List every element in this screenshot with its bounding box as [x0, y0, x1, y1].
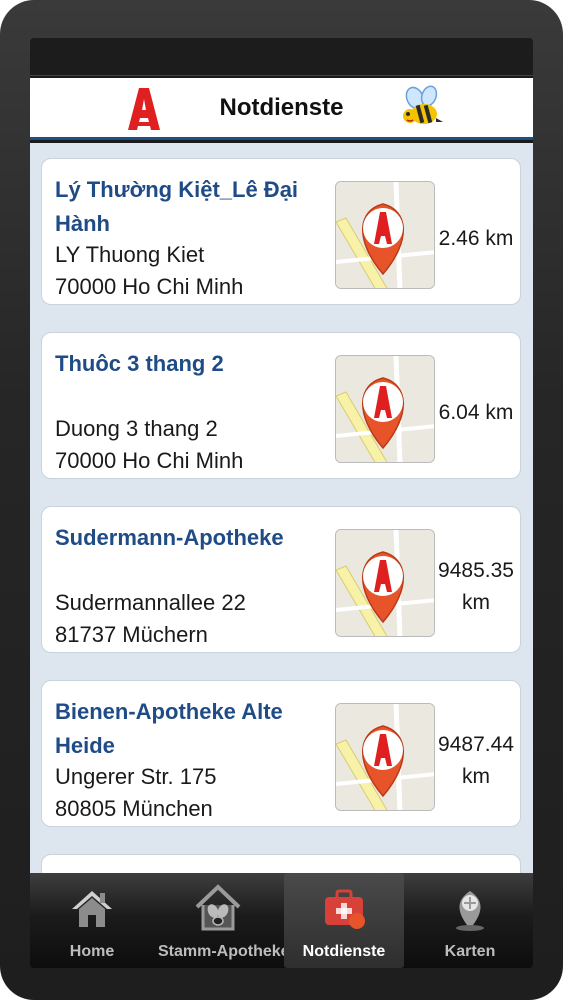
status-bar	[30, 38, 533, 76]
pharmacy-card[interactable]: Bienen-Apotheke Alte Heide Ungerer Str. …	[41, 680, 521, 827]
pharmacy-distance: 2.46 km	[438, 227, 514, 250]
map-thumbnail-button[interactable]	[335, 529, 435, 637]
tab-notdienste[interactable]: Notdienste	[284, 873, 404, 968]
emergency-kit-icon	[325, 889, 365, 929]
tab-stamm-apotheke[interactable]: Stamm-Apotheke	[158, 873, 290, 968]
map-pin-icon	[456, 891, 484, 931]
pharmacy-name: Lý Thường Kiệt_Lê Đại Hành	[55, 177, 299, 236]
tab-label: Stamm-Apotheke	[158, 943, 290, 960]
pharmacy-card[interactable]: Lý Thường Kiệt_Lê Đại Hành LY Thuong Kie…	[41, 158, 521, 305]
tab-karten[interactable]: Karten	[410, 873, 530, 968]
tab-label: Notdienste	[302, 943, 386, 960]
pharmacy-distance-unit: km	[462, 765, 490, 788]
tab-home[interactable]: Home	[32, 873, 152, 968]
pharmacy-house-icon	[195, 884, 241, 931]
pharmacy-street: Sudermannallee 22	[55, 590, 246, 615]
pharmacy-name: Thuôc 3 thang 2	[55, 351, 224, 376]
pharmacy-street: Ungerer Str. 175	[55, 764, 217, 789]
tab-bar: Home Stamm-Apotheke Notdienste Karten	[30, 873, 533, 968]
app-header: Notdienste	[30, 78, 533, 140]
home-icon	[72, 891, 112, 927]
pharmacy-city: 81737 Müchern	[55, 622, 208, 647]
map-thumbnail-button[interactable]	[335, 355, 435, 463]
pharmacy-distance-value: 9487.44	[438, 733, 514, 756]
pharmacy-city: 70000 Ho Chi Minh	[55, 448, 244, 473]
device-frame: Notdienste Lý Thường Kiệt_Lê Đại Hành LY…	[0, 0, 563, 1000]
pharmacy-list[interactable]: Lý Thường Kiệt_Lê Đại Hành LY Thuong Kie…	[30, 143, 533, 873]
pharmacy-city: 80805 München	[55, 796, 213, 821]
pharmacy-distance-value: 9485.35	[438, 559, 514, 582]
map-thumbnail-button[interactable]	[335, 703, 435, 811]
pharmacy-city: 70000 Ho Chi Minh	[55, 274, 244, 299]
location-pin-icon	[336, 356, 434, 462]
pharmacy-distance-unit: km	[462, 591, 490, 614]
bee-icon[interactable]	[398, 84, 448, 134]
pharmacy-card[interactable]: Sudermann-Apotheke Sudermannallee 22 817…	[41, 506, 521, 653]
pharmacy-name: Sudermann-Apotheke	[55, 525, 284, 550]
tab-label: Karten	[444, 943, 496, 960]
page-title: Notdienste	[219, 94, 344, 121]
pharmacy-card[interactable]: Thuôc 3 thang 2 Duong 3 thang 2 70000 Ho…	[41, 332, 521, 479]
location-pin-icon	[336, 530, 434, 636]
app-screen: Notdienste Lý Thường Kiệt_Lê Đại Hành LY…	[30, 38, 533, 968]
pharmacy-street: LY Thuong Kiet	[55, 242, 205, 267]
tab-label: Home	[69, 943, 115, 960]
location-pin-icon	[336, 704, 434, 810]
pharmacy-street: Duong 3 thang 2	[55, 416, 218, 441]
map-thumbnail-button[interactable]	[335, 181, 435, 289]
pharmacy-name: Bienen-Apotheke Alte Heide	[55, 699, 283, 758]
pharmacy-card[interactable]	[41, 854, 521, 873]
pharmacy-distance: 6.04 km	[438, 401, 514, 424]
location-pin-icon	[336, 182, 434, 288]
